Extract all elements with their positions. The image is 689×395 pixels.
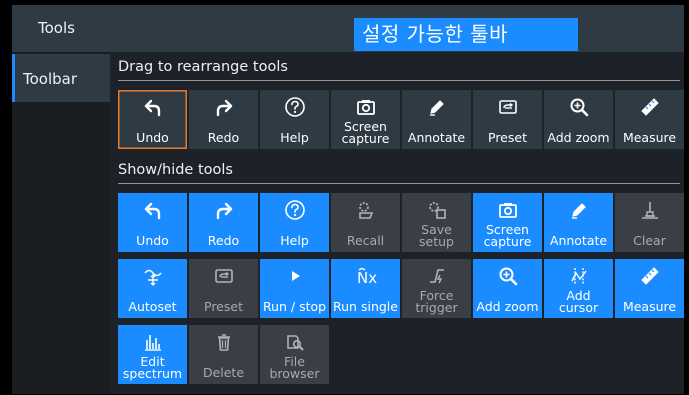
help-icon [260,199,329,221]
tool-undo[interactable]: Undo [118,193,187,252]
tools-section-title: Show/hide tools [118,162,233,178]
preset-icon [473,96,542,118]
tool-redo[interactable]: Redo [189,193,258,252]
camera-icon [331,96,400,118]
content-panel: Drag to rearrange tools Undo Redo Help Scre… [110,52,684,394]
ruler-icon [615,265,684,287]
tool-annotate[interactable]: Annotate [544,193,613,252]
tool-label: Edit spectrum [122,354,183,381]
tool-label: Annotate [549,233,608,248]
cursor-icon [544,265,613,287]
dialog-title: Tools [38,19,75,37]
tool-clear[interactable]: Clear [615,193,684,252]
clear-icon [615,199,684,221]
redo-icon [189,96,258,118]
tool-label: Run / stop [262,299,327,314]
undo-icon [118,199,187,221]
tool-help[interactable]: Help [260,90,329,149]
tool-label: File browser [269,354,320,381]
tool-preset[interactable]: Preset [473,90,542,149]
tool-screen-capture[interactable]: Screen capture [331,90,400,149]
save-setup-icon [402,199,471,221]
active-indicator [12,54,15,102]
trash-icon [189,331,258,353]
caption-overlay: 설정 가능한 툴바 [354,18,578,51]
toolbar-section-title: Drag to rearrange tools [118,59,288,75]
pen-icon [402,96,471,118]
tool-label: Force trigger [415,288,458,315]
tool-undo[interactable]: Undo [118,90,187,149]
tools-dialog: Tools 설정 가능한 툴바 Toolbar Drag to rearrang… [0,0,689,395]
sidebar: Toolbar [12,52,110,394]
tool-label: Redo [207,130,240,145]
tool-run-stop[interactable]: Run / stop [260,259,329,318]
tool-annotate[interactable]: Annotate [402,90,471,149]
tool-delete[interactable]: Delete [189,325,258,384]
tool-recall[interactable]: Recall [331,193,400,252]
tool-label: Redo [207,233,240,248]
tool-file-browser[interactable]: File browser [260,325,329,384]
force-trigger-icon [402,265,471,287]
tool-label: Undo [136,233,169,248]
tool-label: Add cursor [558,288,599,315]
tool-label: Screen capture [341,119,390,146]
tool-label: Measure [622,130,677,145]
tool-label: Measure [622,299,677,314]
redo-icon [189,199,258,221]
tool-label: Preset [204,299,243,314]
play-icon [260,265,329,287]
tool-label: Screen capture [483,222,532,249]
divider [118,80,680,81]
tool-label: Autoset [128,299,177,314]
tool-label: Help [280,233,309,248]
tool-label: Add zoom [476,299,539,314]
divider [118,183,680,184]
file-browser-icon [260,331,329,353]
camera-icon [473,199,542,221]
tool-add-cursor[interactable]: Add cursor [544,259,613,318]
tool-autoset[interactable]: Autoset [118,259,187,318]
tool-label: Run single [333,299,398,314]
spectrum-icon [118,331,187,353]
undo-icon [118,96,187,118]
tool-label: Clear [633,233,666,248]
tool-run-single[interactable]: Nx Run single [331,259,400,318]
tool-add-zoom[interactable]: Add zoom [473,259,542,318]
preset-icon [189,265,258,287]
tool-label: Undo [136,130,169,145]
tool-screen-capture[interactable]: Screen capture [473,193,542,252]
tool-label: Recall [346,233,385,248]
zoom-icon [473,265,542,287]
sidebar-item-label: Toolbar [23,70,78,88]
header-bar: Tools 설정 가능한 툴바 [12,5,684,52]
tool-help[interactable]: Help [260,193,329,252]
tool-force-trigger[interactable]: Force trigger [402,259,471,318]
tool-save-setup[interactable]: Save setup [402,193,471,252]
tool-label: Annotate [407,130,466,145]
help-icon [260,96,329,118]
tool-label: Preset [488,130,527,145]
zoom-icon [544,96,613,118]
tool-preset[interactable]: Preset [189,259,258,318]
svg-text:Nx: Nx [357,269,377,287]
tool-label: Delete [202,365,245,380]
tool-edit-spectrum[interactable]: Edit spectrum [118,325,187,384]
sidebar-item-toolbar[interactable]: Toolbar [12,54,110,102]
run-single-icon: Nx [331,265,400,287]
tool-measure[interactable]: Measure [615,259,684,318]
tool-measure[interactable]: Measure [615,90,684,149]
pen-icon [544,199,613,221]
autoset-icon [118,265,187,287]
tool-label: Help [280,130,309,145]
tool-label: Add zoom [547,130,610,145]
recall-icon [331,199,400,221]
tool-label: Save setup [419,222,454,249]
tool-redo[interactable]: Redo [189,90,258,149]
tool-add-zoom[interactable]: Add zoom [544,90,613,149]
ruler-icon [615,96,684,118]
